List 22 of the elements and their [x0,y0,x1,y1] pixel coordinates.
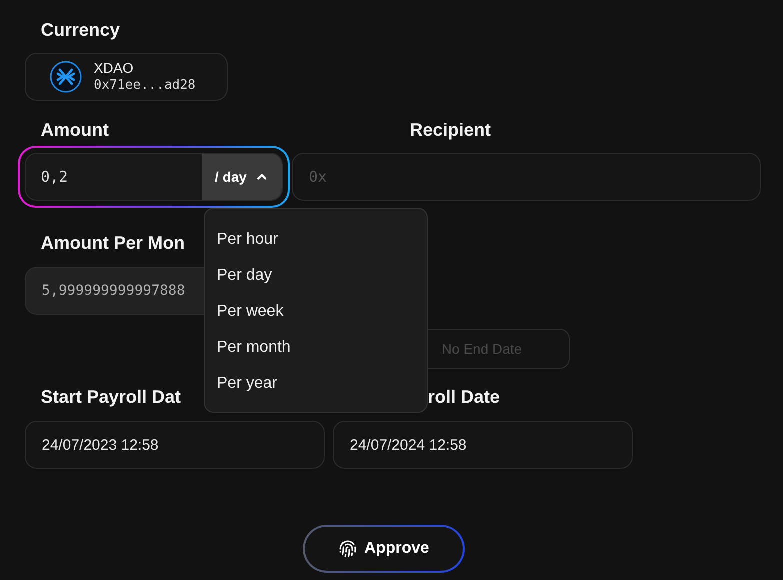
date-field[interactable]: 24/07/2023 12:58 [25,421,325,469]
amount-field[interactable]: 0,2 / day [25,153,283,201]
amount-per-month-field[interactable]: 5,999999999997888 [25,267,204,315]
field-label: Amount Per Mon [40,232,185,255]
logo-icon [50,61,82,93]
field-label: Amount [40,119,109,142]
token-address: 0x71ee...ad28 [94,77,196,94]
period-select-button[interactable]: / day [202,154,282,200]
field-label: Recipient [408,119,492,142]
field-label: Start Payroll Dat [40,386,182,409]
field-label: Currency [40,19,122,42]
recipient-field[interactable]: 0x [292,153,761,201]
currency-chip[interactable]: XDAO 0x71ee...ad28 [25,53,228,101]
menu-item[interactable]: Per week [205,294,427,330]
menu-item[interactable]: Per day [205,258,427,294]
menu-item[interactable]: Per hour [205,222,427,258]
date-field[interactable]: 24/07/2024 12:58 [333,421,633,469]
approve-button[interactable]: Approve [305,527,463,571]
menu-item[interactable]: Per year [205,366,427,402]
field-label: roll Date [427,386,500,409]
token-name: XDAO [94,60,135,77]
fingerprint-icon [338,540,357,558]
